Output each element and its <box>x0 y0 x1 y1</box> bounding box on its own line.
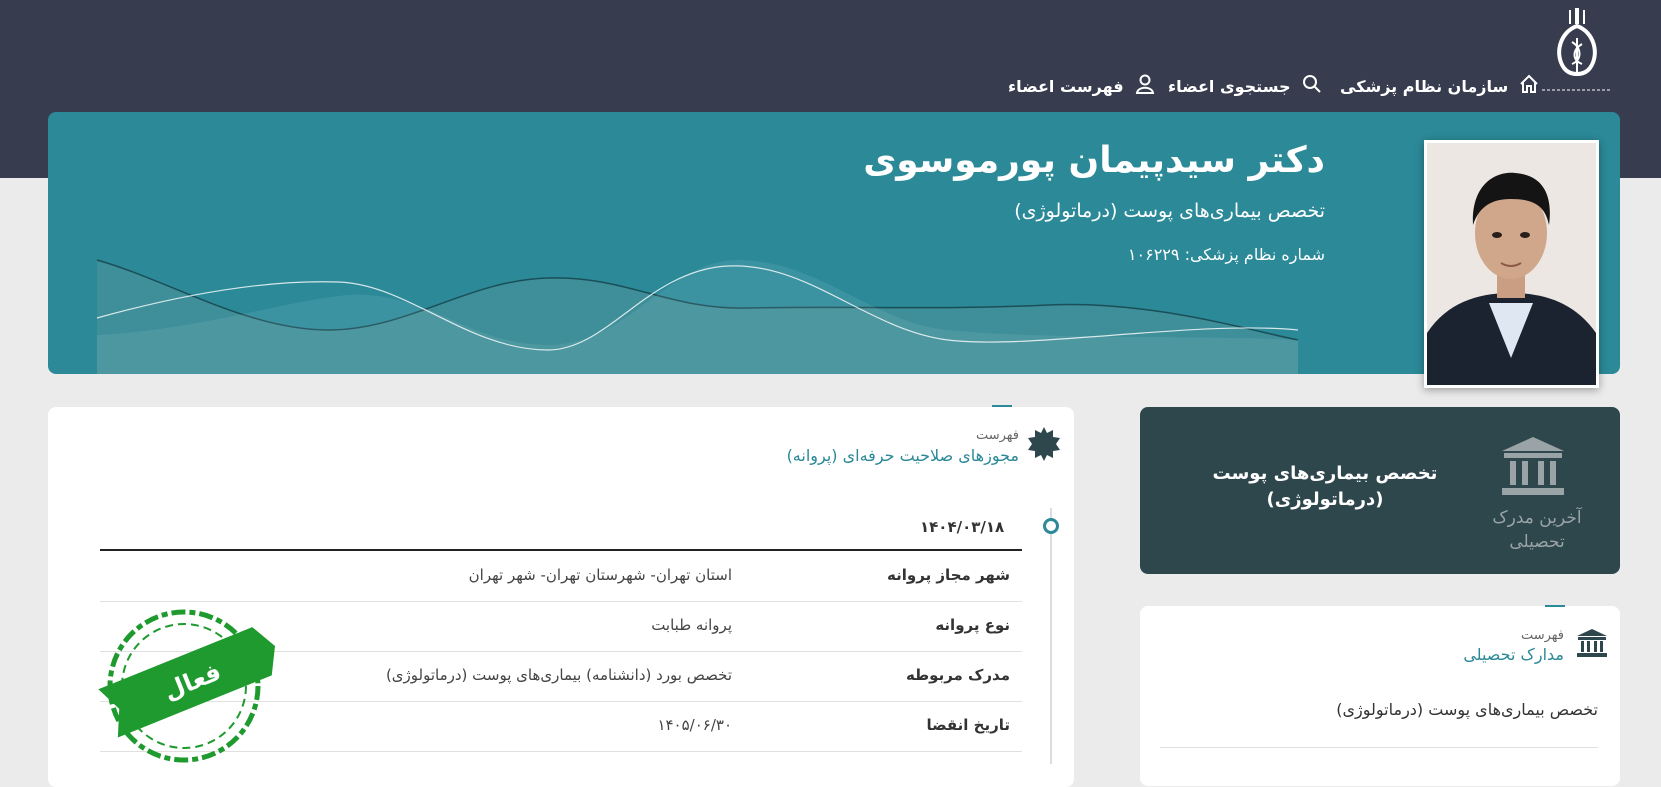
list-divider <box>1160 747 1598 748</box>
nav-medical-council[interactable]: سازمان نظام پزشکی <box>1340 72 1540 100</box>
user-icon <box>1134 73 1156 99</box>
medical-council-logo[interactable] <box>1532 2 1622 98</box>
education-section-title: مدارک تحصیلی <box>1463 645 1564 664</box>
tab-indicator <box>992 405 1012 407</box>
home-icon <box>1518 73 1540 99</box>
license-date: ۱۴۰۴/۰۳/۱۸ <box>920 518 1005 536</box>
row-value: استان تهران- شهرستان تهران- شهر تهران <box>468 566 732 584</box>
row-key: نوع پروانه <box>935 616 1010 634</box>
nav-member-list[interactable]: فهرست اعضاء <box>1008 72 1156 100</box>
gear-badge-icon <box>1026 426 1062 466</box>
nav-search-members[interactable]: جستجوی اعضاء <box>1168 72 1323 100</box>
nav-label: فهرست اعضاء <box>1008 76 1124 96</box>
search-icon <box>1301 73 1323 99</box>
tab-indicator <box>1545 605 1565 607</box>
section-subtitle: فهرست <box>1520 628 1564 643</box>
doctor-name: دکتر سیدپیمان پورموسوی <box>863 140 1325 181</box>
licenses-section-title: مجوزهای صلاحیت حرفه‌ای (پروانه) <box>786 446 1019 465</box>
row-value: پروانه طبابت <box>651 616 732 634</box>
row-key: مدرک مربوطه <box>905 666 1010 684</box>
institution-icon <box>1500 435 1566 501</box>
nav-label: سازمان نظام پزشکی <box>1340 76 1509 96</box>
latest-degree-value: تخصص بیماری‌های پوست (درماتولوژی) <box>1212 463 1438 510</box>
medical-council-number: شماره نظام پزشکی: ۱۰۶۲۲۹ <box>1127 245 1325 264</box>
institution-small-icon <box>1576 628 1608 662</box>
nav-label: جستجوی اعضاء <box>1168 76 1291 96</box>
timeline-dot <box>1043 518 1059 534</box>
timeline-line <box>1050 508 1052 764</box>
doctor-specialty: تخصص بیماری‌های پوست (درماتولوژی) <box>1014 200 1325 222</box>
education-item: تخصص بیماری‌های پوست (درماتولوژی) <box>1336 700 1598 719</box>
row-key: شهر مجاز پروانه <box>887 566 1010 584</box>
row-value: تخصص بورد (دانشنامه) بیماری‌های پوست (در… <box>385 666 732 684</box>
row-key: تاریخ انقضا <box>926 716 1010 734</box>
active-status-stamp: فعال <box>96 606 286 770</box>
table-row: شهر مجاز پروانه استان تهران- شهرستان تهر… <box>100 551 1022 602</box>
row-value: ۱۴۰۵/۰۶/۳۰ <box>657 716 732 734</box>
doctor-photo <box>1424 140 1599 388</box>
section-subtitle: فهرست <box>975 428 1019 443</box>
latest-degree-label: آخرین مدرک تحصیلی <box>1492 508 1582 552</box>
